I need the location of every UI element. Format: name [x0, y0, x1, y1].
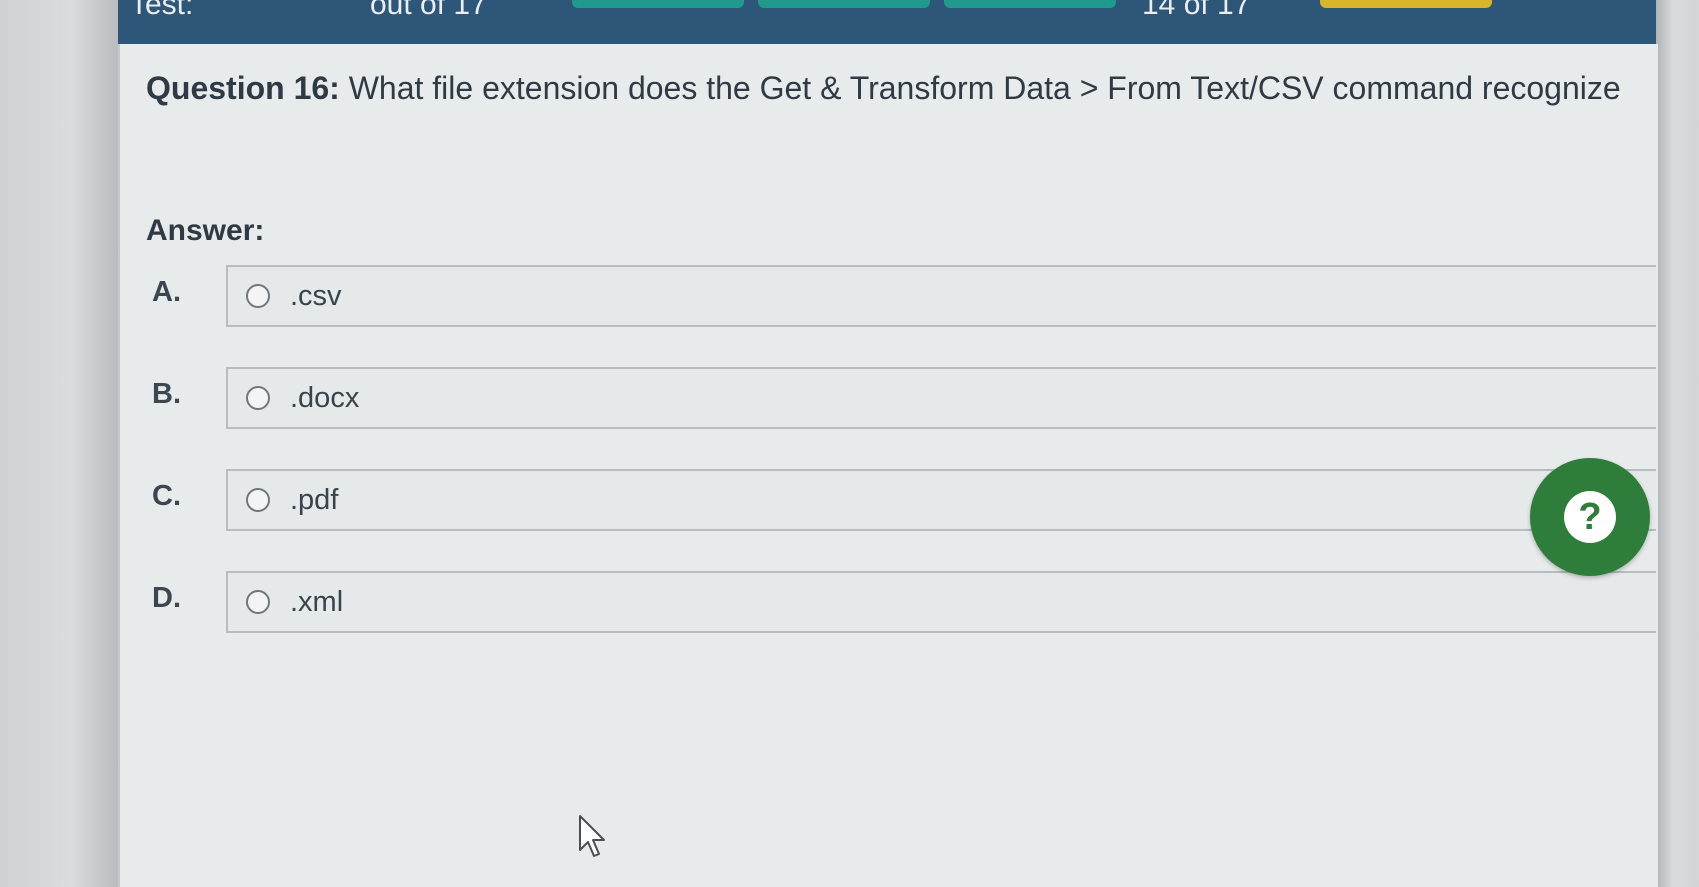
question-text: Question 16: What file extension does th… [146, 70, 1656, 107]
top-status-bar: Test: out of 17 14 of 17 [118, 0, 1656, 44]
choice-text-d: .xml [290, 586, 344, 618]
help-button[interactable]: ? [1530, 458, 1650, 576]
choice-option-b[interactable]: .docx [226, 367, 1656, 429]
question-panel [118, 44, 1658, 887]
choice-text-a: .csv [290, 280, 342, 312]
choice-letter-c: C. [152, 480, 181, 512]
progress-segment-3 [944, 0, 1116, 8]
choice-option-c[interactable]: .pdf [226, 469, 1656, 531]
radio-button-c[interactable] [246, 488, 270, 512]
choice-text-b: .docx [290, 382, 360, 414]
progress-segment-1 [572, 0, 744, 8]
question-mark-icon: ? [1564, 491, 1616, 543]
choice-option-a[interactable]: .csv [226, 265, 1656, 327]
progress-segment-2 [758, 0, 930, 8]
radio-button-d[interactable] [246, 590, 270, 614]
choice-text-c: .pdf [290, 484, 339, 516]
radio-button-a[interactable] [246, 284, 270, 308]
test-label: Test: [130, 0, 194, 21]
progress-label: 14 of 17 [1142, 0, 1251, 21]
outer-background-left [0, 0, 118, 887]
mouse-pointer-icon [579, 815, 605, 857]
question-body: What file extension does the Get & Trans… [339, 70, 1621, 106]
choice-letter-b: B. [152, 378, 181, 410]
question-number: Question 16: [146, 70, 340, 106]
outer-background-right [1656, 0, 1699, 887]
choice-option-d[interactable]: .xml [226, 571, 1656, 633]
answer-label: Answer: [146, 214, 265, 247]
choice-letter-a: A. [152, 276, 181, 308]
progress-segment-4 [1320, 0, 1492, 8]
choice-letter-d: D. [152, 582, 181, 614]
radio-button-b[interactable] [246, 386, 270, 410]
score-label: out of 17 [370, 0, 487, 21]
